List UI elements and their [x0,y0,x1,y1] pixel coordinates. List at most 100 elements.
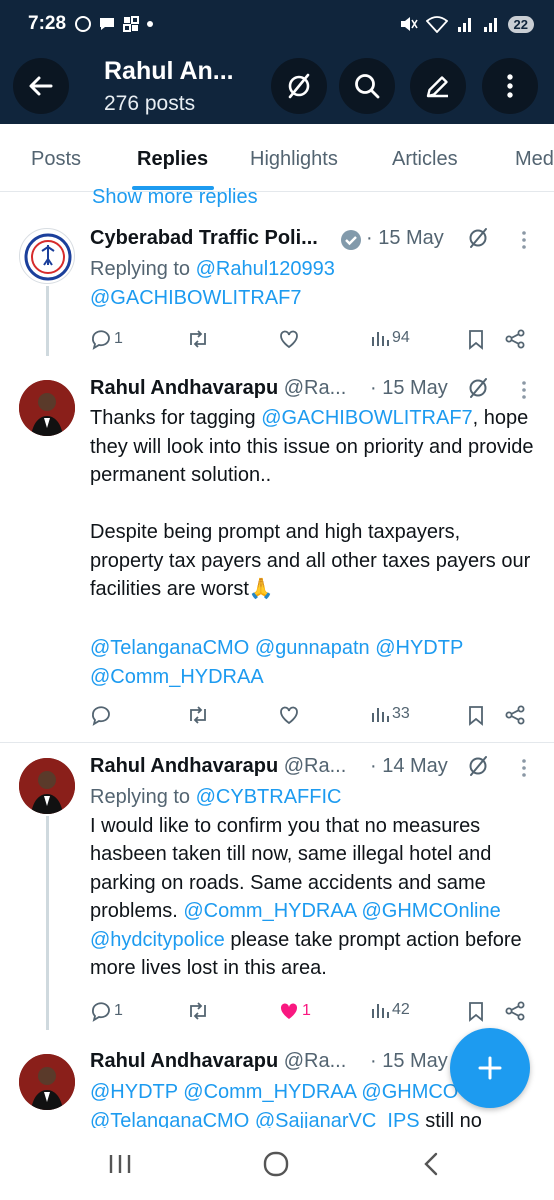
replying-to-label: Replying to [90,786,196,808]
views-action[interactable]: 33 [370,704,410,724]
views-action[interactable]: 42 [370,1000,410,1020]
avatar[interactable] [19,1054,75,1110]
more-vertical-icon[interactable] [520,380,528,400]
tweet-paragraph: Despite being prompt and high taxpayers,… [90,521,531,600]
edit-button[interactable] [410,58,466,114]
share-action[interactable] [504,328,526,350]
tweet-date: · 15 May [370,377,448,399]
compose-plus-icon [478,1056,502,1080]
tweet-actions: 1 1 42 [90,1000,530,1026]
tab-articles[interactable]: Articles [392,148,458,171]
mention-link[interactable]: @hydcitypolice [90,929,225,951]
mention-link[interactable]: @Comm_HYDRAA [90,666,264,688]
compose-button[interactable] [450,1028,530,1108]
grok-icon[interactable] [466,754,490,778]
liked-heart-icon [280,1003,298,1019]
grok-icon[interactable] [466,376,490,400]
reply-icon [92,706,110,726]
tab-posts[interactable]: Posts [31,148,81,171]
retweet-action[interactable] [186,1000,210,1022]
retweet-action[interactable] [186,704,210,726]
search-button[interactable] [339,58,395,114]
bookmark-icon [469,330,483,350]
status-system-icons: 22 [398,15,534,33]
reply-icon [92,330,110,350]
status-time: 7:28 [28,13,67,34]
mention-link[interactable]: @GACHIBOWLITRAF7 [90,287,301,309]
mention-link[interactable]: @Comm_HYDRAA [183,900,356,922]
share-action[interactable] [504,704,526,726]
wifi-icon [425,16,448,33]
profile-name-title: Rahul An... [104,57,234,85]
tweet-divider [0,742,554,743]
reply-action[interactable]: 1 [90,1000,123,1022]
dot-icon [147,21,154,27]
tweet-body: Replying to @CYBTRAFFIC I would like to … [90,783,538,983]
back-button[interactable] [13,58,69,114]
replying-to-handle[interactable]: @Rahul120993 [196,258,335,280]
back-arrow-icon [29,76,53,96]
replying-to-handle[interactable]: @CYBTRAFFIC [196,786,342,808]
back-nav-icon[interactable] [418,1150,446,1178]
tab-replies[interactable]: Replies [137,148,208,171]
reply-action[interactable]: 1 [90,328,123,350]
tweet-body: @HYDTP @Comm_HYDRAA @GHMCO @TelanganaCMO… [90,1078,490,1135]
tweet-text-part: Thanks for tagging [90,407,262,429]
views-icon [372,1004,389,1018]
status-bar: 7:28 22 [0,0,554,48]
avatar[interactable] [19,758,75,814]
verified-badge-icon [341,230,361,250]
mention-link[interactable]: @TelanganaCMO @gunnapatn @HYDTP [90,637,463,659]
mention-link[interactable]: @HYDTP @Comm_HYDRAA @GHMCO [90,1081,458,1103]
tweet-actions: 33 [90,704,530,730]
mute-icon [400,17,418,31]
mention-link[interactable]: @GACHIBOWLITRAF7 [261,407,472,429]
more-vertical-icon[interactable] [520,230,528,250]
tab-media[interactable]: Media [515,148,554,171]
grid-app-icon [123,16,140,32]
signal-icon [457,18,471,32]
recents-icon[interactable] [106,1150,134,1178]
like-action[interactable] [278,328,300,350]
views-action[interactable]: 94 [370,328,410,348]
share-action[interactable] [504,1000,526,1022]
battery-indicator: 22 [507,15,534,33]
view-count: 33 [392,705,410,722]
tweet-actions: 1 94 [90,328,530,354]
reply-action[interactable] [90,704,114,726]
author-name[interactable]: Rahul Andhavarapu [90,1050,278,1072]
profile-header: Rahul An... 276 posts [0,48,554,124]
author-handle: @Ra... [283,1050,347,1072]
author-name[interactable]: Rahul Andhavarapu [90,377,278,399]
retweet-action[interactable] [186,328,210,350]
show-more-replies-link[interactable]: Show more replies [92,186,258,209]
tab-highlights[interactable]: Highlights [250,148,338,171]
home-icon[interactable] [262,1150,290,1178]
author-name[interactable]: Rahul Andhavarapu [90,755,278,777]
more-vertical-icon[interactable] [520,758,528,778]
tweet-header: Cyberabad Traffic Poli... [90,227,318,250]
edit-icon [426,76,448,98]
more-options-button[interactable] [482,58,538,114]
bookmark-action[interactable] [466,704,486,726]
views-icon [372,708,389,722]
tweet-date: · 14 May [370,755,448,777]
like-icon [280,330,298,349]
avatar[interactable] [19,380,75,436]
author-name[interactable]: Cyberabad Traffic Poli... [90,227,318,249]
grok-icon[interactable] [466,226,490,250]
traffic-police-logo-icon [24,233,72,281]
like-action[interactable]: 1 [278,1000,311,1022]
like-action[interactable] [278,704,300,726]
profile-photo-icon [19,1054,75,1110]
bookmark-action[interactable] [466,328,486,350]
share-icon [505,1001,525,1021]
grok-icon [288,73,310,99]
bookmark-action[interactable] [466,1000,486,1022]
view-count: 94 [392,329,410,346]
mention-link[interactable]: @GHMCOnline [362,900,501,922]
profile-photo-icon [19,380,75,436]
avatar[interactable] [19,228,75,284]
grok-button[interactable] [271,58,327,114]
status-notification-icons [74,15,154,33]
